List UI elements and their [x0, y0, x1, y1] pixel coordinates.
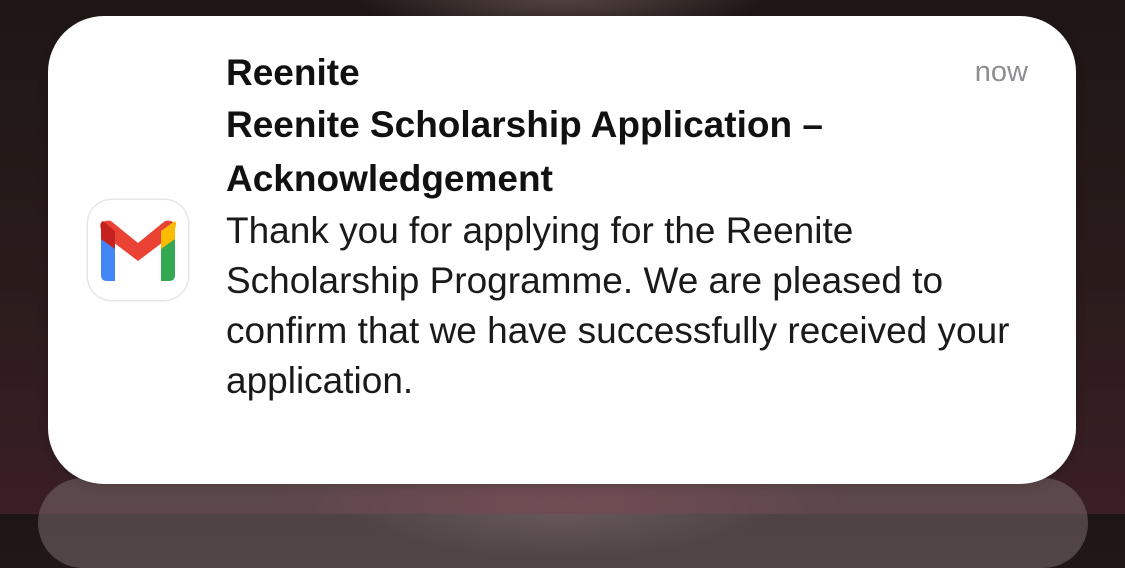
notification-content: Reenite Reenite Scholarship Application …: [226, 50, 1016, 406]
notification-card[interactable]: Reenite Reenite Scholarship Application …: [48, 16, 1076, 484]
notification-message: Thank you for applying for the Reenite S…: [226, 210, 1010, 401]
timestamp: now: [974, 56, 1028, 88]
notification-subject: Reenite Scholarship Application – Acknow…: [226, 104, 823, 199]
app-name: Reenite: [226, 52, 360, 93]
background-notification-peek: [38, 478, 1088, 568]
gmail-icon: [88, 200, 188, 300]
